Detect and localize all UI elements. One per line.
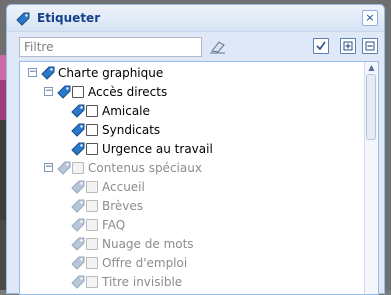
tree-node[interactable]: − Contenus spéciaux <box>20 159 360 177</box>
tag-icon <box>57 85 71 99</box>
tag-icon <box>71 275 85 289</box>
tag-icon <box>71 199 85 213</box>
tree-scrollbar[interactable]: ▲ <box>364 62 378 294</box>
minus-icon <box>365 41 375 51</box>
tag-checkbox <box>86 181 98 193</box>
tag-icon <box>71 142 85 156</box>
tag-checkbox <box>86 276 98 288</box>
tag-checkbox[interactable] <box>86 105 98 117</box>
tag-checkbox[interactable] <box>86 143 98 155</box>
tree-node-label: Accueil <box>102 180 145 194</box>
scroll-up-icon[interactable]: ▲ <box>367 64 376 72</box>
tree-node-label: Syndicats <box>102 123 161 137</box>
close-button[interactable]: × <box>362 10 378 26</box>
clear-filter-icon[interactable] <box>209 39 227 55</box>
tag-icon <box>71 123 85 137</box>
tree-node-label: FAQ <box>102 218 126 232</box>
tree-node[interactable]: Amicale <box>20 102 360 120</box>
filter-input[interactable] <box>19 37 202 57</box>
dialog-title: Etiqueter <box>37 11 101 25</box>
expand-all-button[interactable] <box>340 38 356 54</box>
check-all-button[interactable] <box>313 38 329 54</box>
tag-checkbox <box>86 219 98 231</box>
tag-icon <box>71 218 85 232</box>
tag-icon <box>16 12 30 26</box>
tree-node-label: Titre invisible <box>102 275 183 289</box>
plus-icon <box>343 41 353 51</box>
collapse-all-button[interactable] <box>362 38 378 54</box>
tree-node[interactable]: FAQ <box>20 216 360 234</box>
tag-checkbox[interactable] <box>86 124 98 136</box>
tree-node-label: Contenus spéciaux <box>88 161 202 175</box>
tree-node[interactable]: Offre d'emploi <box>20 254 360 272</box>
dialog-toolbar <box>13 37 378 59</box>
collapse-toggle-icon[interactable]: − <box>44 163 53 172</box>
tag-checkbox <box>86 200 98 212</box>
tree-node[interactable]: Titre invisible <box>20 273 360 291</box>
tree-node[interactable]: − Accès directs <box>20 83 360 101</box>
tree-node-label: Brèves <box>102 199 144 213</box>
tree-node[interactable]: Urgence au travail <box>20 140 360 158</box>
tag-icon <box>71 256 85 270</box>
tree-node[interactable]: Brèves <box>20 197 360 215</box>
tag-dialog: Etiqueter × −Charte gra <box>6 4 385 295</box>
tag-checkbox <box>86 257 98 269</box>
tag-icon <box>71 180 85 194</box>
tag-checkbox <box>86 238 98 250</box>
scrollbar-thumb[interactable] <box>366 74 376 140</box>
tag-tree[interactable]: − Charte graphique − Accès directs Amicale Sy… <box>19 61 379 295</box>
tree-node-label: Accès directs <box>88 85 168 99</box>
tag-checkbox <box>72 162 84 174</box>
collapse-toggle-icon[interactable]: − <box>28 68 37 77</box>
tree-node[interactable]: Accueil <box>20 178 360 196</box>
tree-node[interactable]: Nuage de mots <box>20 235 360 253</box>
tree-node-label: Nuage de mots <box>102 237 194 251</box>
tree-node-label: Offre d'emploi <box>102 256 188 270</box>
tree-node[interactable]: − Charte graphique <box>20 64 360 82</box>
tree-node-label: Charte graphique <box>58 66 164 80</box>
tree-node-label: Urgence au travail <box>102 142 213 156</box>
tree-node-label: Amicale <box>102 104 150 118</box>
tag-icon <box>71 104 85 118</box>
collapse-toggle-icon[interactable]: − <box>44 87 53 96</box>
tag-checkbox[interactable] <box>72 86 84 98</box>
tree-node[interactable]: Syndicats <box>20 121 360 139</box>
checkmark-icon <box>316 41 326 51</box>
tag-icon <box>41 66 55 80</box>
dialog-titlebar[interactable]: Etiqueter × <box>7 5 384 32</box>
tag-icon <box>57 161 71 175</box>
tag-icon <box>71 237 85 251</box>
